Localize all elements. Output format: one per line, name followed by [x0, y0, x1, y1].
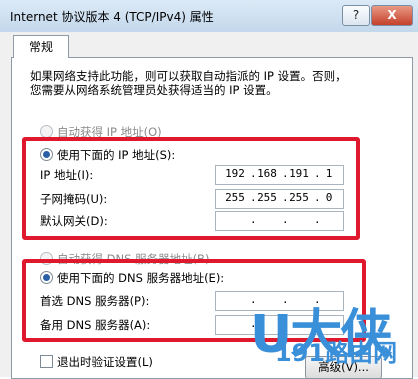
alternate-dns-label: 备用 DNS 服务器(A):: [40, 318, 151, 332]
ip-octet-2: 168: [257, 167, 277, 180]
octet-separator: .: [282, 213, 289, 226]
mask-octet-2: 255: [257, 191, 277, 204]
manual-ip-radio[interactable]: [40, 148, 53, 161]
mask-octet-4: 0: [325, 191, 333, 204]
close-button[interactable]: X: [371, 5, 413, 26]
preferred-dns-label: 首选 DNS 服务器(P):: [40, 294, 150, 308]
manual-dns-option[interactable]: 使用下面的 DNS 服务器地址(E):: [40, 270, 224, 286]
manual-dns-radio[interactable]: [40, 271, 53, 284]
window-title: Internet 协议版本 4 (TCP/IPv4) 属性: [10, 10, 214, 24]
validate-checkbox[interactable]: [40, 355, 53, 368]
description-line-2: 您需要从网络系统管理员处获得适当的 IP 设置。: [30, 83, 278, 97]
manual-dns-label: 使用下面的 DNS 服务器地址(E):: [57, 271, 225, 285]
ip-octet-3: 191: [289, 167, 309, 180]
octet-separator: .: [314, 213, 321, 226]
ip-octet-1: 192: [225, 167, 245, 180]
ip-address-label: IP 地址(I):: [40, 168, 94, 182]
tab-general[interactable]: 常规: [13, 35, 69, 58]
mask-octet-3: 255: [289, 191, 309, 204]
manual-ip-label: 使用下面的 IP 地址(S):: [57, 148, 176, 162]
validate-settings-option[interactable]: 退出时验证设置(L): [40, 354, 153, 370]
ip-address-field[interactable]: 192 . 168 . 191 . 1: [215, 165, 344, 185]
octet-separator: .: [250, 213, 257, 226]
watermark-subtitle: 191路由网: [275, 339, 398, 367]
default-gateway-field[interactable]: . . .: [215, 211, 344, 231]
subnet-mask-field[interactable]: 255 . 255 . 255 . 0: [215, 189, 344, 209]
ip-octet-4: 1: [325, 167, 333, 180]
title-bar: Internet 协议版本 4 (TCP/IPv4) 属性 ? X: [0, 0, 418, 33]
default-gateway-label: 默认网关(D):: [40, 214, 108, 228]
manual-ip-option[interactable]: 使用下面的 IP 地址(S):: [40, 147, 175, 163]
help-button[interactable]: ?: [342, 5, 370, 26]
subnet-mask-label: 子网掩码(U):: [40, 192, 108, 206]
validate-label: 退出时验证设置(L): [57, 355, 153, 369]
mask-octet-1: 255: [225, 191, 245, 204]
